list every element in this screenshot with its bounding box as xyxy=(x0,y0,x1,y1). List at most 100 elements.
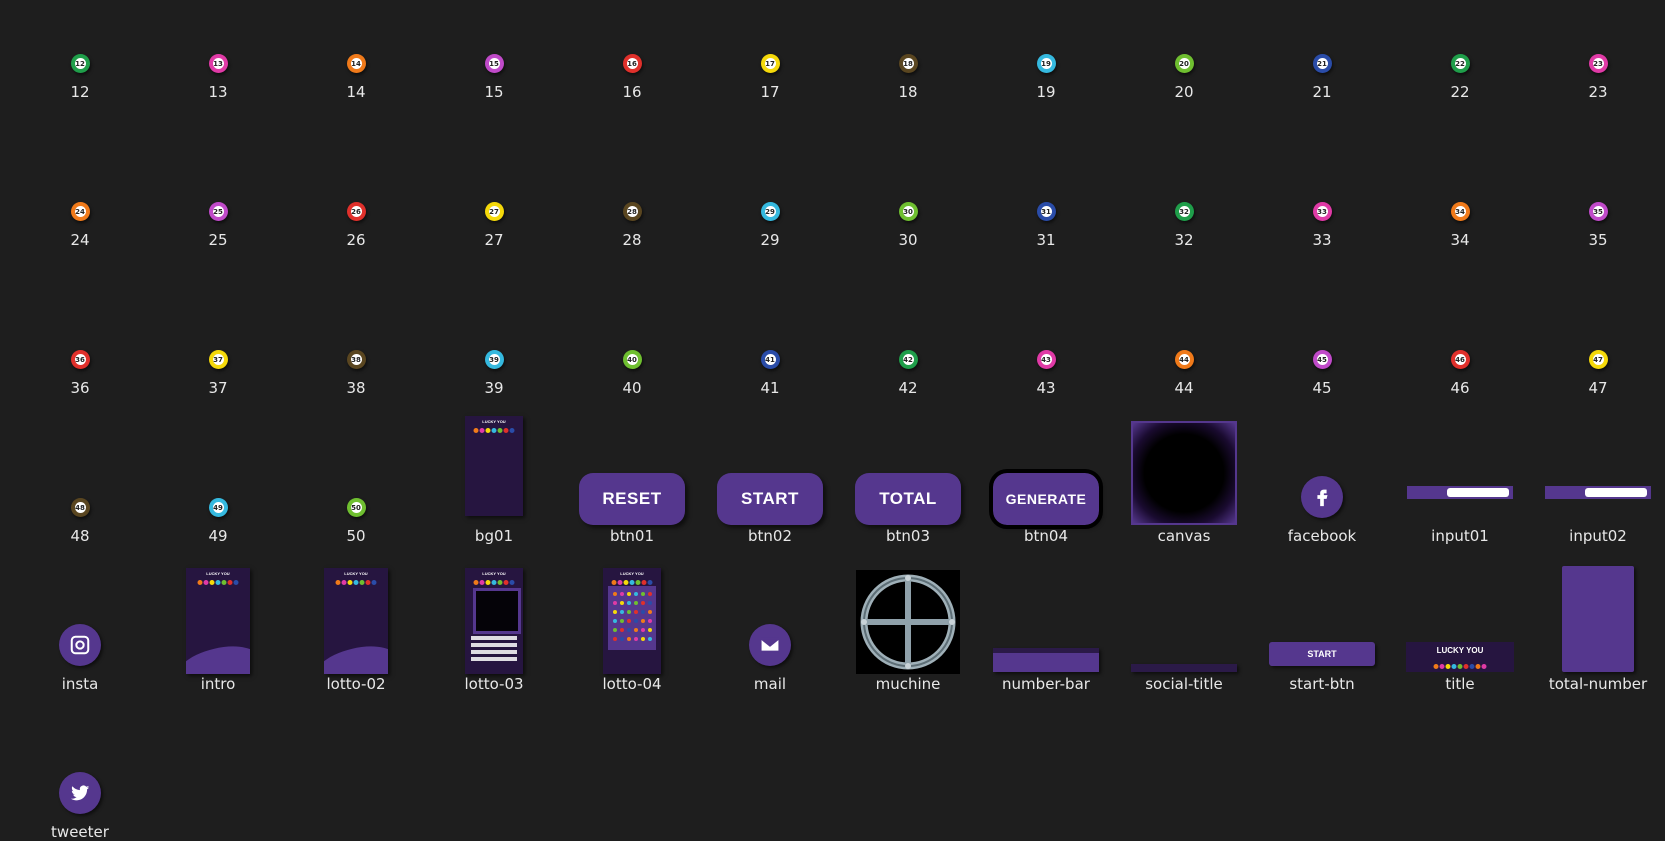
ball-number: 29 xyxy=(765,207,775,216)
ball-number: 50 xyxy=(351,503,361,512)
asset-tile[interactable]: LUCKY YOU lotto-04 xyxy=(567,542,697,693)
ball-thumb: 23 xyxy=(1533,54,1663,74)
asset-tile[interactable]: START start-btn xyxy=(1257,542,1387,693)
asset-tile[interactable]: 47 47 xyxy=(1533,246,1663,397)
asset-tile[interactable]: 33 33 xyxy=(1257,98,1387,249)
asset-tile[interactable]: TOTAL btn03 xyxy=(843,394,973,545)
asset-tile[interactable]: 13 13 xyxy=(153,0,283,101)
ball-number: 18 xyxy=(903,59,913,68)
phone-screen-preview: LUCKY YOU xyxy=(186,568,250,674)
phone-screen-preview: LUCKY YOU xyxy=(324,568,388,674)
asset-tile[interactable]: 30 30 xyxy=(843,98,973,249)
ball-thumb: 30 xyxy=(843,202,973,222)
asset-thumb: LUCKY YOU xyxy=(429,394,559,526)
asset-tile[interactable]: LUCKY YOU lotto-03 xyxy=(429,542,559,693)
asset-tile[interactable]: 15 15 xyxy=(429,0,559,101)
lotto-ball-icon: 43 xyxy=(1036,350,1056,369)
asset-tile[interactable]: 20 20 xyxy=(1119,0,1249,101)
asset-tile[interactable]: canvas xyxy=(1119,394,1249,545)
asset-tile[interactable]: 32 32 xyxy=(1119,98,1249,249)
lotto-ball-icon: 28 xyxy=(622,202,642,221)
asset-tile[interactable]: LUCKY YOU title xyxy=(1395,542,1525,693)
asset-tile[interactable]: 35 35 xyxy=(1533,98,1663,249)
asset-tile[interactable]: 16 16 xyxy=(567,0,697,101)
asset-tile[interactable]: 17 17 xyxy=(705,0,835,101)
asset-tile[interactable]: number-bar xyxy=(981,542,1111,693)
asset-tile[interactable]: 45 45 xyxy=(1257,246,1387,397)
asset-tile[interactable]: 38 38 xyxy=(291,246,421,397)
asset-tile[interactable]: 19 19 xyxy=(981,0,1111,101)
asset-tile[interactable]: LUCKY YOU intro xyxy=(153,542,283,693)
asset-filename: social-title xyxy=(1145,675,1223,693)
asset-thumb xyxy=(1533,394,1663,526)
lotto-ball-icon: 34 xyxy=(1450,202,1470,221)
asset-tile[interactable]: LUCKY YOU bg01 xyxy=(429,394,559,545)
asset-tile[interactable]: GENERATE btn04 xyxy=(981,394,1111,545)
preview-button: RESET xyxy=(579,473,685,525)
number-bar-preview xyxy=(993,648,1099,672)
asset-tile[interactable]: 24 24 xyxy=(15,98,145,249)
asset-tile[interactable]: START btn02 xyxy=(705,394,835,545)
asset-tile[interactable]: 49 49 xyxy=(153,394,283,545)
ball-number: 14 xyxy=(351,59,361,68)
canvas-preview xyxy=(1131,421,1237,525)
asset-tile[interactable]: 40 40 xyxy=(567,246,697,397)
asset-tile[interactable]: insta xyxy=(15,542,145,693)
ball-number: 28 xyxy=(627,207,637,216)
asset-tile[interactable]: 29 29 xyxy=(705,98,835,249)
ball-number: 43 xyxy=(1041,355,1051,364)
ball-thumb: 43 xyxy=(981,350,1111,370)
asset-tile[interactable]: mail xyxy=(705,542,835,693)
asset-tile[interactable]: muchine xyxy=(843,542,973,693)
asset-tile[interactable]: 18 18 xyxy=(843,0,973,101)
asset-tile[interactable]: facebook xyxy=(1257,394,1387,545)
asset-tile[interactable]: 28 28 xyxy=(567,98,697,249)
asset-tile[interactable]: 12 12 xyxy=(15,0,145,101)
asset-thumb: LUCKY YOU xyxy=(153,542,283,674)
asset-filename: total-number xyxy=(1548,675,1648,693)
asset-tile[interactable]: tweeter xyxy=(15,690,145,841)
ball-number: 40 xyxy=(627,355,637,364)
asset-tile[interactable]: social-title xyxy=(1119,542,1249,693)
asset-tile[interactable]: RESET btn01 xyxy=(567,394,697,545)
lotto-ball-icon: 19 xyxy=(1036,54,1056,73)
mail-icon xyxy=(760,637,780,653)
asset-tile[interactable]: input02 xyxy=(1533,394,1663,545)
asset-tile[interactable]: 14 14 xyxy=(291,0,421,101)
asset-tile[interactable]: 41 41 xyxy=(705,246,835,397)
asset-tile[interactable]: 39 39 xyxy=(429,246,559,397)
wave-shape xyxy=(324,642,388,674)
asset-tile[interactable]: 44 44 xyxy=(1119,246,1249,397)
lotto-ball-icon: 41 xyxy=(760,350,780,369)
asset-filename: lotto-03 xyxy=(464,675,524,693)
preview-button: TOTAL xyxy=(855,473,961,525)
asset-tile[interactable]: 34 34 xyxy=(1395,98,1525,249)
asset-tile[interactable]: 31 31 xyxy=(981,98,1111,249)
wave-shape xyxy=(186,642,250,674)
asset-tile[interactable]: 50 50 xyxy=(291,394,421,545)
asset-tile[interactable]: input01 xyxy=(1395,394,1525,545)
asset-tile[interactable]: 27 27 xyxy=(429,98,559,249)
ball-number: 47 xyxy=(1593,355,1603,364)
asset-tile[interactable]: 22 22 xyxy=(1395,0,1525,101)
ball-thumb: 34 xyxy=(1395,202,1525,222)
asset-tile[interactable]: 23 23 xyxy=(1533,0,1663,101)
lotto-ball-icon: 50 xyxy=(346,498,366,517)
ball-number: 31 xyxy=(1041,207,1051,216)
asset-tile[interactable]: 21 21 xyxy=(1257,0,1387,101)
asset-tile[interactable]: 46 46 xyxy=(1395,246,1525,397)
asset-tile[interactable]: 48 48 xyxy=(15,394,145,545)
asset-tile[interactable]: 36 36 xyxy=(15,246,145,397)
asset-tile[interactable]: 42 42 xyxy=(843,246,973,397)
ball-thumb: 37 xyxy=(153,350,283,370)
asset-tile[interactable]: 37 37 xyxy=(153,246,283,397)
asset-tile[interactable]: total-number xyxy=(1533,542,1663,693)
asset-tile[interactable]: 25 25 xyxy=(153,98,283,249)
asset-tile[interactable]: 26 26 xyxy=(291,98,421,249)
lotto-ball-icon: 38 xyxy=(346,350,366,369)
asset-tile[interactable]: 43 43 xyxy=(981,246,1111,397)
ball-number: 12 xyxy=(75,59,85,68)
asset-tile[interactable]: LUCKY YOU lotto-02 xyxy=(291,542,421,693)
machine-wheel-icon xyxy=(860,574,956,670)
ball-number: 34 xyxy=(1455,207,1465,216)
